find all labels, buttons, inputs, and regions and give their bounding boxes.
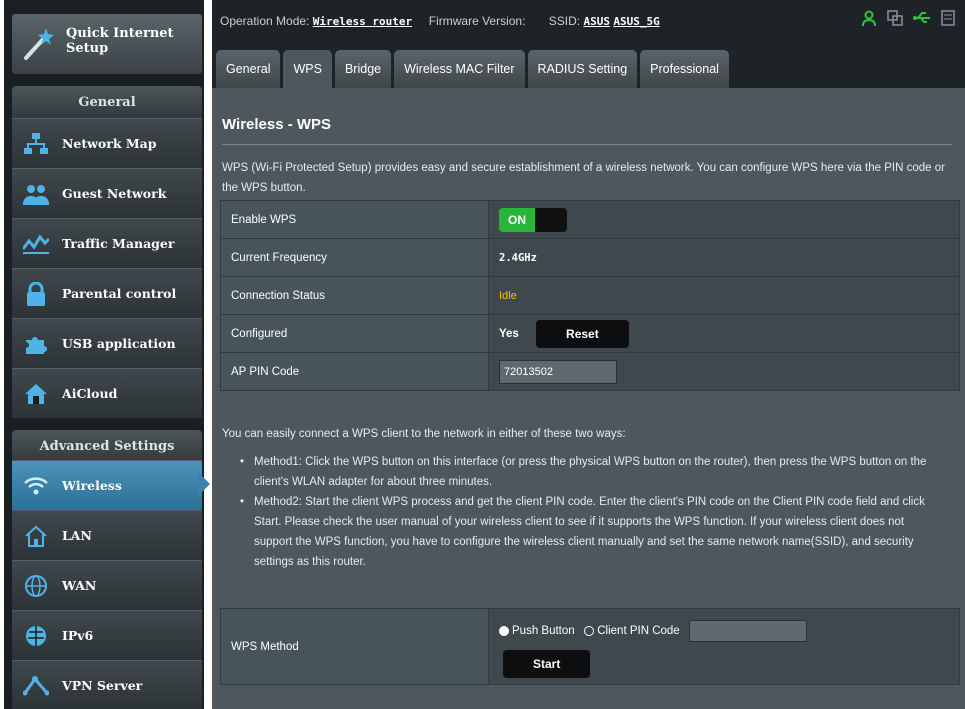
sidebar-item-network-map[interactable]: Network Map	[12, 118, 202, 168]
client-pin-radio[interactable]	[584, 625, 595, 636]
user-icon[interactable]	[861, 10, 877, 31]
reset-button[interactable]: Reset	[536, 319, 629, 348]
table-row: Current Frequency 2.4GHz	[220, 238, 960, 277]
sidebar-item-ipv6[interactable]: IPv6	[12, 610, 202, 660]
table-row: Enable WPS ON	[220, 200, 960, 239]
sidebar-item-guest-network[interactable]: Guest Network	[12, 168, 202, 218]
current-frequency-label: Current Frequency	[220, 238, 489, 277]
sidebar: Quick Internet Setup General Network Map…	[4, 0, 204, 709]
enable-wps-toggle[interactable]: ON	[499, 207, 567, 232]
operation-mode-label: Operation Mode:	[220, 14, 310, 28]
puzzle-icon	[16, 332, 56, 356]
status-icons	[861, 10, 955, 31]
table-row: WPS Method Push Button Client PIN Code S…	[220, 608, 960, 685]
sidebar-item-wireless[interactable]: Wireless	[12, 460, 202, 510]
active-item-pointer	[198, 472, 210, 496]
sidebar-item-label: WAN	[62, 578, 97, 593]
page-title: Wireless - WPS	[222, 116, 332, 133]
settings-tabs: General WPS Bridge Wireless MAC Filter R…	[216, 50, 729, 88]
table-row: Connection Status Idle	[220, 276, 960, 315]
client-pin-input[interactable]	[688, 619, 807, 642]
push-button-radio[interactable]	[499, 625, 509, 636]
traffic-manager-icon	[16, 233, 56, 255]
toggle-on-label: ON	[499, 207, 535, 232]
ipv6-globe-icon	[16, 624, 56, 648]
client-pin-label: Client PIN Code	[597, 624, 680, 637]
method-2-text: Method2: Start the client WPS process an…	[240, 492, 945, 572]
sidebar-item-traffic-manager[interactable]: Traffic Manager	[12, 218, 202, 268]
sidebar-item-label: Parental control	[62, 286, 177, 301]
sidebar-item-parental-control[interactable]: Parental control	[12, 268, 202, 318]
ap-pin-code-field[interactable]: 72013502	[499, 359, 617, 384]
start-button[interactable]: Start	[503, 649, 591, 678]
sidebar-item-wan[interactable]: WAN	[12, 560, 202, 610]
network-map-icon	[16, 132, 56, 155]
ap-pin-code-label: AP PIN Code	[220, 352, 489, 391]
method-1-text: Method1: Click the WPS button on this in…	[240, 452, 945, 492]
toggle-knob	[535, 207, 567, 232]
firmware-label: Firmware Version:	[428, 14, 526, 28]
sidebar-item-usb-application[interactable]: USB application	[12, 318, 202, 368]
sidebar-item-label: LAN	[62, 528, 92, 543]
sidebar-item-label: AiCloud	[62, 386, 118, 401]
ssid-link-2g[interactable]: ASUS	[583, 15, 610, 28]
vpn-icon	[16, 675, 56, 697]
connection-status-label: Connection Status	[220, 276, 489, 315]
tab-bridge[interactable]: Bridge	[334, 50, 392, 88]
tab-radius-setting[interactable]: RADIUS Setting	[527, 50, 638, 88]
divider	[222, 144, 952, 145]
sidebar-item-label: Wireless	[62, 478, 122, 493]
sidebar-item-label: USB application	[62, 336, 176, 351]
cloud-house-icon	[16, 382, 56, 406]
printer-icon[interactable]	[941, 10, 955, 31]
top-bar: Operation Mode: Wireless router Firmware…	[212, 0, 965, 88]
lock-icon	[16, 281, 56, 306]
globe-icon	[16, 574, 56, 598]
method-list: Method1: Click the WPS button on this in…	[240, 452, 945, 572]
operation-mode-link[interactable]: Wireless router	[313, 15, 412, 28]
tab-general[interactable]: General	[216, 50, 281, 88]
table-row: AP PIN Code 72013502	[220, 352, 960, 391]
main-panel: Wireless - WPS WPS (Wi-Fi Protected Setu…	[212, 88, 965, 709]
configured-value: Yes	[499, 327, 519, 340]
push-button-label: Push Button	[512, 624, 575, 637]
sidebar-item-label: Guest Network	[62, 186, 167, 201]
usb-icon[interactable]	[913, 10, 931, 31]
page-description: WPS (Wi-Fi Protected Setup) provides eas…	[222, 162, 945, 194]
advanced-settings-heading: Advanced Settings	[12, 430, 202, 462]
quick-setup-label-2: Setup	[66, 41, 109, 56]
sidebar-item-aicloud[interactable]: AiCloud	[12, 368, 202, 418]
current-frequency-value: 2.4GHz	[499, 251, 537, 264]
wps-method-table: WPS Method Push Button Client PIN Code S…	[220, 608, 960, 685]
quick-setup-label: Quick Internet	[66, 26, 174, 41]
table-row: Configured Yes Reset	[220, 314, 960, 353]
tab-wireless-mac-filter[interactable]: Wireless MAC Filter	[394, 50, 525, 88]
sidebar-item-vpn-server[interactable]: VPN Server	[12, 660, 202, 709]
wps-settings-table: Enable WPS ON Current Frequency 2.4GHz C…	[220, 200, 960, 391]
guest-network-icon	[16, 183, 56, 205]
ssid-label: SSID:	[548, 14, 581, 28]
sidebar-item-label: Network Map	[62, 136, 157, 151]
configured-label: Configured	[220, 314, 489, 353]
magic-wand-icon	[20, 26, 56, 67]
sidebar-item-lan[interactable]: LAN	[12, 510, 202, 560]
ssid-link-5g[interactable]: ASUS_5G	[613, 15, 659, 28]
tab-professional[interactable]: Professional	[640, 50, 729, 88]
copy-icon[interactable]	[887, 10, 903, 31]
sidebar-item-label: IPv6	[62, 628, 94, 643]
status-line: Operation Mode: Wireless router Firmware…	[220, 14, 660, 28]
wifi-icon	[16, 476, 56, 496]
tab-wps[interactable]: WPS	[283, 50, 332, 88]
sidebar-item-label: Traffic Manager	[62, 236, 175, 251]
home-icon	[16, 524, 56, 548]
wps-method-label: WPS Method	[220, 608, 489, 685]
connection-status-value: Idle	[499, 289, 517, 302]
instructions-intro: You can easily connect a WPS client to t…	[222, 428, 626, 440]
quick-internet-setup-button[interactable]: Quick Internet Setup	[12, 14, 202, 74]
enable-wps-label: Enable WPS	[220, 200, 489, 239]
general-section-heading: General	[12, 86, 202, 118]
sidebar-item-label: VPN Server	[62, 678, 143, 693]
